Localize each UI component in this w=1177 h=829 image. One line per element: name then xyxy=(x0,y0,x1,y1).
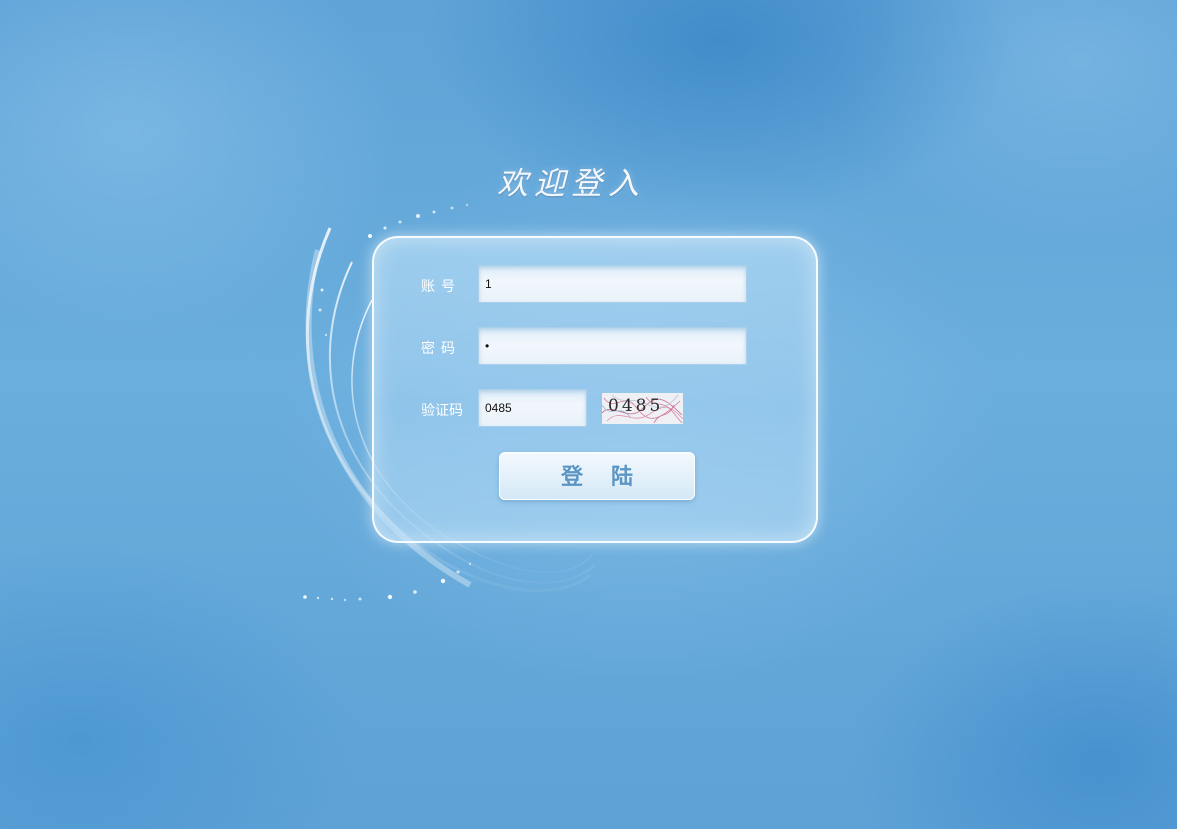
account-input[interactable] xyxy=(478,265,747,303)
password-label: 密码 xyxy=(421,341,461,357)
password-input[interactable] xyxy=(478,327,747,365)
captcha-image[interactable]: 0485 xyxy=(602,393,683,424)
login-button[interactable]: 登陆 xyxy=(499,452,695,500)
captcha-label: 验证码 xyxy=(421,403,463,419)
captcha-input[interactable] xyxy=(478,389,587,427)
captcha-image-text: 0485 xyxy=(608,396,664,416)
account-label: 账号 xyxy=(421,279,461,295)
welcome-title: 欢迎登入 xyxy=(497,166,645,202)
